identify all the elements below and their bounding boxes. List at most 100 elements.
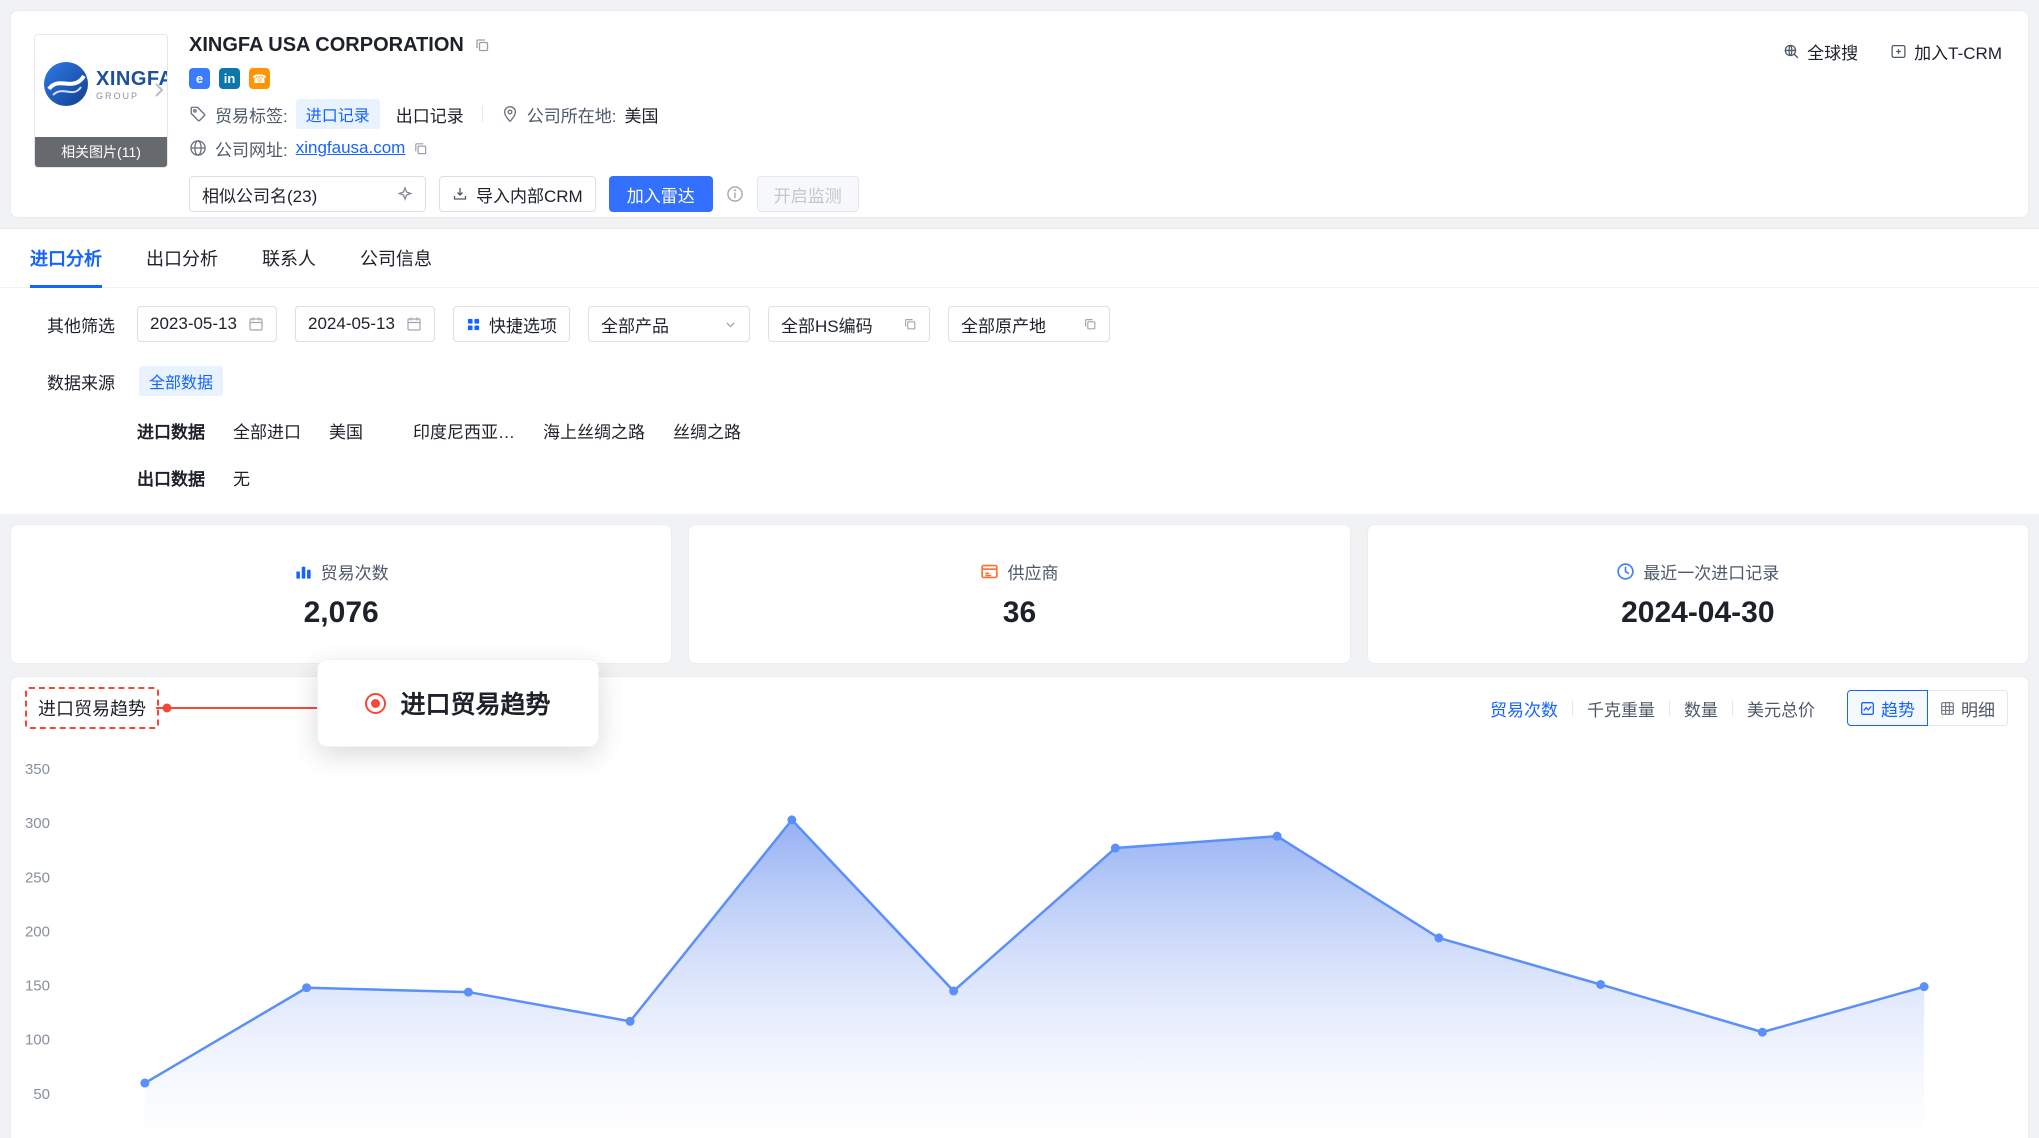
svg-text:200: 200 — [25, 923, 50, 940]
location-value: 美国 — [624, 102, 658, 127]
date-start-input[interactable]: 2023-05-13 — [137, 306, 277, 342]
data-source-row: 数据来源 全部数据 — [0, 366, 2039, 396]
import-data-option[interactable]: 印度尼西亚… — [413, 418, 515, 443]
location-icon — [501, 105, 519, 123]
metric-quantity[interactable]: 数量 — [1684, 696, 1718, 721]
stat-card-suppliers: 供应商 36 — [688, 524, 1350, 664]
hs-code-select[interactable]: 全部HS编码 — [768, 306, 930, 342]
svg-text:350: 350 — [25, 763, 50, 778]
tab-company-info[interactable]: 公司信息 — [360, 245, 432, 287]
all-data-tag[interactable]: 全部数据 — [139, 366, 223, 396]
svg-text:250: 250 — [25, 869, 50, 886]
hs-code-select-value: 全部HS编码 — [781, 312, 873, 337]
metric-usd-total[interactable]: 美元总价 — [1747, 696, 1815, 721]
date-end-input[interactable]: 2024-05-13 — [295, 306, 435, 342]
doc-icon — [1083, 317, 1097, 331]
calendar-icon — [248, 316, 264, 332]
tag-icon — [189, 105, 207, 123]
stats-row: 贸易次数 2,076 供应商 36 最近一次进口记录 2024-04-30 — [10, 524, 2029, 664]
date-start-value: 2023-05-13 — [150, 314, 237, 334]
stat-card-trade-count: 贸易次数 2,076 — [10, 524, 672, 664]
similar-companies-label: 相似公司名(23) — [202, 182, 317, 207]
quick-options-label: 快捷选项 — [489, 312, 557, 337]
global-search-label: 全球搜 — [1807, 39, 1858, 64]
import-data-option[interactable]: 美国 — [329, 418, 363, 443]
origin-select[interactable]: 全部原产地 — [948, 306, 1110, 342]
join-radar-button[interactable]: 加入雷达 — [609, 176, 713, 212]
import-data-option[interactable]: 丝绸之路 — [673, 418, 741, 443]
divider — [1732, 701, 1733, 716]
tag-import-records[interactable]: 进口记录 — [296, 99, 380, 129]
svg-text:100: 100 — [25, 1032, 50, 1049]
trend-area-chart: 0501001502002503003502023-052023-062023-… — [20, 763, 2020, 1138]
svg-text:150: 150 — [25, 978, 50, 995]
supplier-icon — [980, 562, 999, 581]
tcrm-icon — [1890, 43, 1907, 60]
import-data-label: 进口数据 — [137, 418, 205, 443]
website-icon[interactable]: e — [189, 68, 210, 89]
website-link[interactable]: xingfausa.com — [296, 138, 406, 158]
product-select[interactable]: 全部产品 — [588, 306, 750, 342]
related-images-badge[interactable]: 相关图片(11) — [35, 137, 167, 167]
globe-icon — [189, 139, 207, 157]
phone-icon[interactable]: ☎ — [249, 68, 270, 89]
chart-title-text: 进口贸易趋势 — [38, 699, 146, 719]
logo-next-icon[interactable] — [152, 81, 166, 99]
svg-text:50: 50 — [33, 1086, 50, 1103]
view-detail-label: 明细 — [1961, 696, 1995, 721]
product-select-value: 全部产品 — [601, 312, 669, 337]
import-crm-button[interactable]: 导入内部CRM — [439, 176, 596, 212]
global-search-icon — [1783, 43, 1800, 60]
import-trend-chart: 0501001502002503003502023-052023-062023-… — [20, 763, 2028, 1138]
copy-company-name-icon[interactable] — [474, 37, 490, 53]
trade-tags-label: 贸易标签: — [215, 102, 288, 127]
copy-website-icon[interactable] — [413, 141, 428, 156]
import-data-option[interactable]: 海上丝绸之路 — [543, 418, 645, 443]
calendar-icon — [406, 316, 422, 332]
similar-sparkle-icon — [397, 186, 413, 202]
tag-export-records[interactable]: 出口记录 — [396, 102, 464, 127]
trend-chart-icon — [1860, 701, 1875, 716]
similar-companies-box[interactable]: 相似公司名(23) — [189, 176, 426, 212]
view-trend-button[interactable]: 趋势 — [1847, 690, 1928, 726]
quick-options-button[interactable]: 快捷选项 — [453, 306, 570, 342]
import-trend-card: 进口贸易趋势 进口贸易趋势 贸易次数 千克重量 数量 美元总价 — [10, 676, 2029, 1138]
linkedin-icon[interactable]: in — [219, 68, 240, 89]
tab-import-analysis[interactable]: 进口分析 — [30, 245, 102, 288]
table-icon — [1940, 701, 1955, 716]
divider — [1572, 701, 1573, 716]
other-filters-label: 其他筛选 — [47, 312, 115, 337]
website-label: 公司网址: — [215, 136, 288, 161]
company-logo[interactable]: XINGFA GROUP 相关图片(11) — [34, 34, 168, 168]
company-logo-art: XINGFA GROUP — [43, 61, 168, 107]
doc-icon — [903, 317, 917, 331]
start-monitor-button[interactable]: 开启监测 — [757, 176, 859, 212]
svg-text:300: 300 — [25, 815, 50, 832]
stat-value: 2024-04-30 — [1621, 596, 1774, 630]
chart-title: 进口贸易趋势 — [25, 687, 159, 729]
chevron-down-icon — [724, 318, 737, 331]
export-data-label: 出口数据 — [137, 465, 205, 490]
divider — [1669, 701, 1670, 716]
stat-value: 2,076 — [304, 596, 379, 630]
chart-header: 进口贸易趋势 进口贸易趋势 贸易次数 千克重量 数量 美元总价 — [11, 677, 2028, 729]
view-toggle-group: 趋势 明细 — [1847, 690, 2008, 726]
join-tcrm-button[interactable]: 加入T-CRM — [1890, 39, 2002, 64]
target-dot-icon — [365, 693, 386, 714]
chart-title-annotation: 进口贸易趋势 进口贸易趋势 — [25, 687, 159, 729]
company-name: XINGFA USA CORPORATION — [189, 34, 464, 57]
metric-switcher: 贸易次数 千克重量 数量 美元总价 趋势 明细 — [1490, 690, 2008, 726]
export-data-row: 出口数据 无 — [0, 465, 2039, 490]
info-icon[interactable] — [726, 185, 744, 203]
view-detail-button[interactable]: 明细 — [1927, 690, 2008, 726]
tab-contacts[interactable]: 联系人 — [262, 245, 316, 287]
metric-trade-count[interactable]: 贸易次数 — [1490, 696, 1558, 721]
tab-export-analysis[interactable]: 出口分析 — [146, 245, 218, 287]
join-tcrm-label: 加入T-CRM — [1914, 39, 2002, 64]
annotation-callout: 进口贸易趋势 — [317, 659, 599, 747]
logo-globe-icon — [43, 61, 89, 107]
data-source-label: 数据来源 — [47, 369, 115, 394]
import-data-option[interactable]: 全部进口 — [233, 418, 301, 443]
metric-kg-weight[interactable]: 千克重量 — [1587, 696, 1655, 721]
global-search-button[interactable]: 全球搜 — [1783, 39, 1858, 64]
